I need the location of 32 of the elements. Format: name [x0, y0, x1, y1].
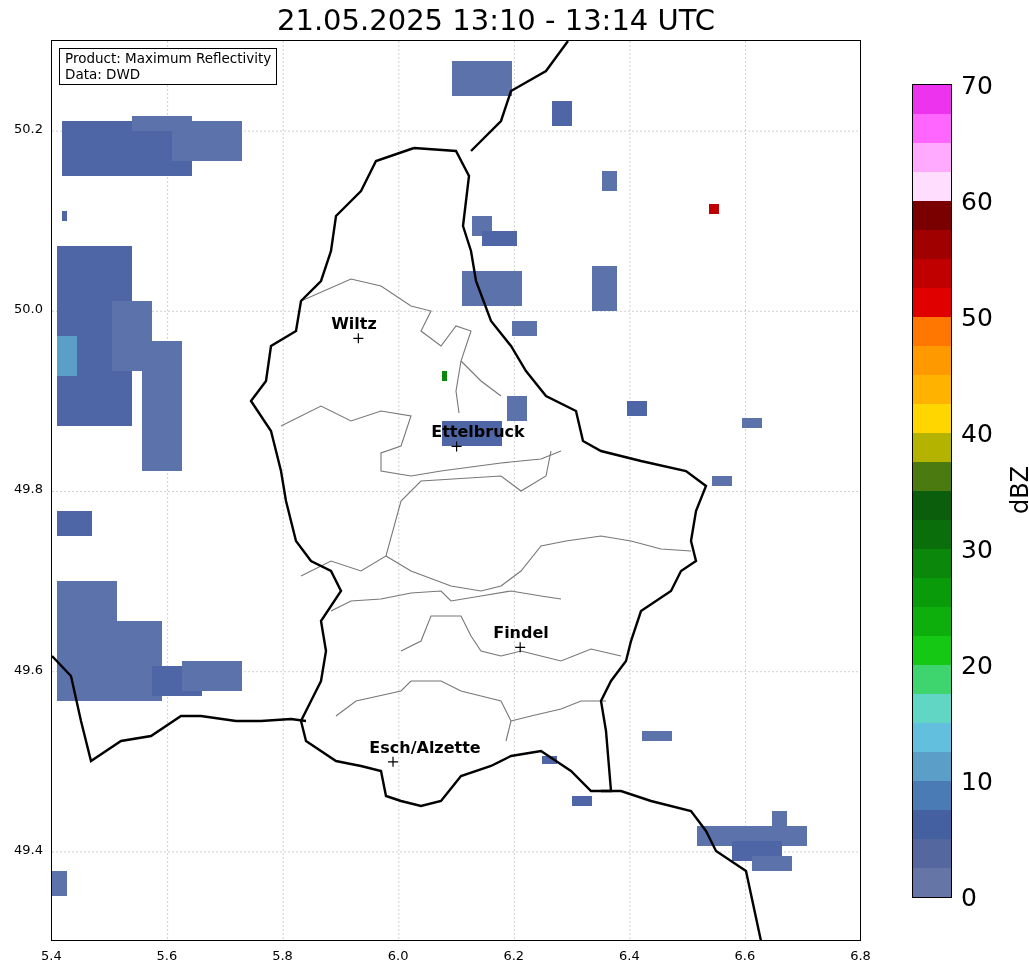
info-text: Data: DWD [65, 66, 142, 82]
axis-tick-label: 6.6 [734, 948, 756, 963]
colorbar-tick-label: 60 [961, 186, 993, 216]
axis-tick-label: 5.4 [41, 948, 62, 963]
axis-tick-label: 6.2 [503, 948, 525, 963]
city-marker-icon [514, 641, 526, 653]
city-marker-icon [451, 440, 463, 453]
axis-tick-label: 49.6 [14, 661, 43, 677]
colorbar-tick-label: 40 [961, 418, 993, 448]
axis-tick-label: 49.4 [14, 841, 43, 857]
axis-tick-label: 6.4 [619, 948, 640, 963]
city-marker-icon [387, 756, 399, 768]
city-label: Esch/Alzette [369, 737, 481, 757]
axis-tick-label: 49.8 [14, 481, 43, 497]
colorbar-tick-label: 30 [961, 534, 993, 564]
axis-tick-label: 6.8 [850, 948, 871, 963]
axis-tick-label: 50.0 [14, 301, 43, 317]
chart-title: 21.05.2025 13:10 - 13:14 UTC [277, 3, 715, 37]
city-marker-icon [352, 332, 364, 344]
city-label: Wiltz [331, 313, 377, 333]
colorbar-tick-label: 10 [961, 766, 993, 796]
axis-tick-label: 6.0 [387, 948, 409, 963]
axis-tick-label: 50.2 [14, 121, 43, 136]
colorbar-tick-label: 50 [961, 302, 993, 332]
colorbar-label: dBZ [1006, 465, 1029, 515]
colorbar-tick-label: 20 [961, 650, 993, 680]
colorbar-tick-label: 0 [961, 882, 977, 912]
info-text: Product: Maximum Reflectivity [65, 50, 272, 66]
axis-tick-label: 5.8 [272, 948, 293, 963]
city-label: Findel [493, 622, 549, 642]
axis-tick-label: 5.6 [156, 948, 178, 963]
colorbar-tick-label: 70 [961, 70, 993, 100]
